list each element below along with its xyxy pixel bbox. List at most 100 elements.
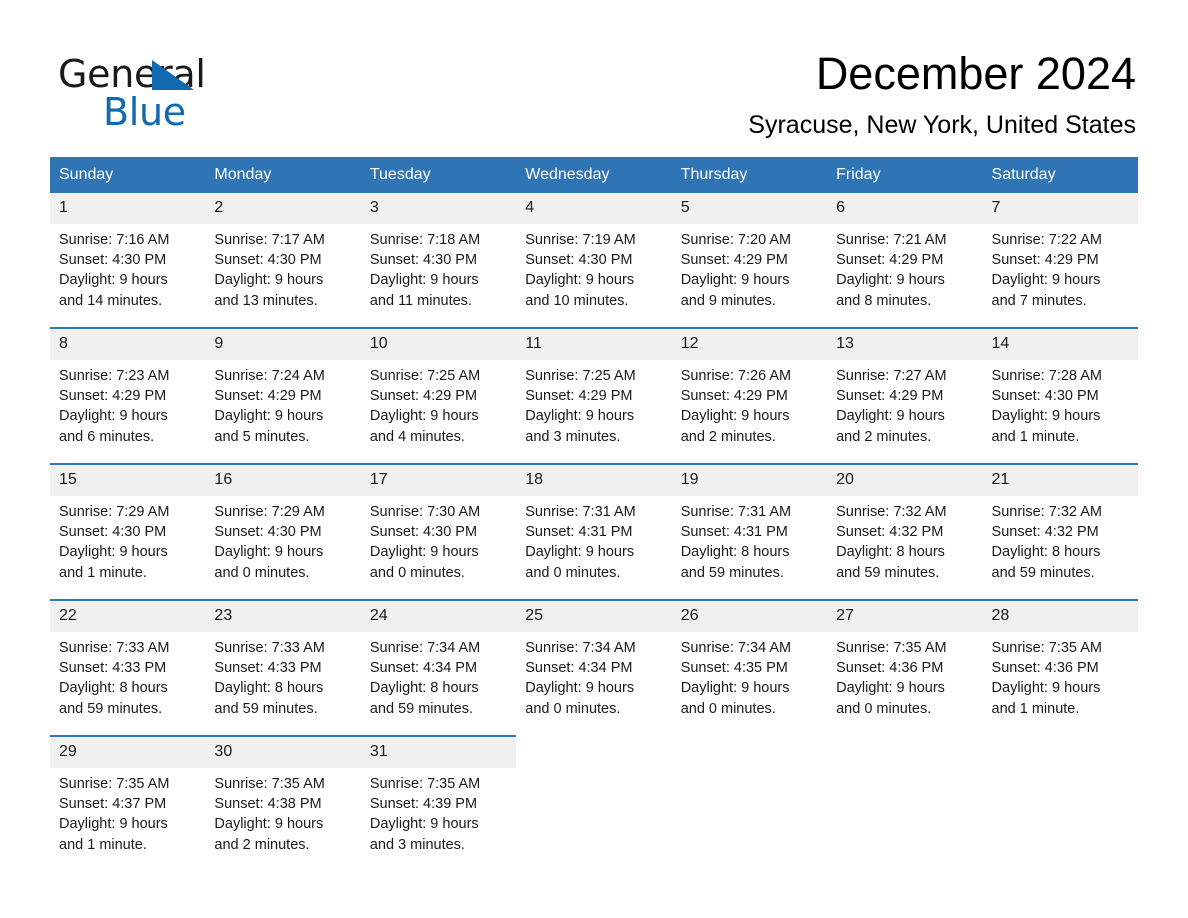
sunset-text: Sunset: 4:33 PM: [214, 660, 322, 677]
calendar-day-cell[interactable]: 6 Sunrise: 7:21 AM Sunset: 4:29 PM Daylight…: [827, 193, 983, 328]
sunrise-text: Sunrise: 7:23 AM: [59, 368, 170, 384]
calendar-day-cell[interactable]: 25 Sunrise: 7:34 AM Sunset: 4:34 PM Dayligh…: [516, 599, 672, 736]
calendar-day-cell[interactable]: 15 Sunrise: 7:29 AM Sunset: 4:30 PM Dayligh…: [50, 463, 206, 600]
day-number: 24: [360, 601, 517, 632]
generalblue-logo[interactable]: General Blue: [58, 52, 358, 134]
day-number: 15: [50, 465, 206, 496]
day-number: 23: [205, 601, 361, 632]
calendar-day-cell[interactable]: 30 Sunrise: 7:35 AM Sunset: 4:38 PM Dayligh…: [205, 735, 361, 871]
daylight-text-line2: and 59 minutes.: [214, 700, 318, 717]
day-details: Sunrise: 7:32 AM Sunset: 4:32 PM Daylight:…: [983, 496, 1138, 583]
sunrise-text: Sunrise: 7:16 AM: [59, 232, 170, 248]
daylight-text-line1: Daylight: 9 hours: [525, 680, 635, 697]
sunrise-text: Sunrise: 7:27 AM: [836, 368, 947, 384]
sunrise-text: Sunrise: 7:33 AM: [214, 640, 325, 656]
day-number: 5: [671, 193, 828, 224]
sunset-text: Sunset: 4:30 PM: [369, 524, 478, 541]
sunrise-text: Sunrise: 7:33 AM: [59, 640, 170, 656]
day-details: Sunrise: 7:31 AM Sunset: 4:31 PM Daylight:…: [516, 496, 671, 583]
calendar-day-cell[interactable]: 26 Sunrise: 7:34 AM Sunset: 4:35 PM Dayligh…: [671, 599, 828, 736]
calendar-day-cell[interactable]: 8 Sunrise: 7:23 AM Sunset: 4:29 PM Daylight…: [50, 327, 206, 464]
day-number: 8: [50, 329, 206, 360]
calendar-day-cell[interactable]: 11 Sunrise: 7:25 AM Sunset: 4:29 PM Dayligh…: [516, 327, 672, 464]
weekday-header-saturday: Saturday: [982, 157, 1138, 193]
day-details: Sunrise: 7:20 AM Sunset: 4:29 PM Daylight:…: [672, 224, 827, 311]
calendar-day-cell[interactable]: 24 Sunrise: 7:34 AM Sunset: 4:34 PM Dayligh…: [360, 599, 517, 736]
sunset-text: Sunset: 4:35 PM: [680, 660, 788, 677]
daylight-text-line2: and 4 minutes.: [369, 428, 465, 445]
calendar-day-cell[interactable]: 18 Sunrise: 7:31 AM Sunset: 4:31 PM Dayligh…: [516, 463, 672, 600]
calendar-empty-cell: [982, 736, 1138, 871]
daylight-text-line1: Daylight: 9 hours: [214, 272, 324, 289]
sunset-text: Sunset: 4:29 PM: [525, 388, 633, 405]
weekday-header-wednesday: Wednesday: [516, 157, 672, 193]
sunset-text: Sunset: 4:30 PM: [991, 388, 1099, 405]
daylight-text-line1: Daylight: 9 hours: [680, 680, 790, 697]
day-number: 4: [516, 193, 672, 224]
day-details: Sunrise: 7:35 AM Sunset: 4:38 PM Daylight:…: [205, 768, 360, 855]
day-details: Sunrise: 7:18 AM Sunset: 4:30 PM Daylight:…: [361, 224, 516, 311]
sunrise-text: Sunrise: 7:25 AM: [525, 368, 636, 384]
day-details: Sunrise: 7:35 AM Sunset: 4:36 PM Daylight:…: [983, 632, 1138, 719]
daylight-text-line2: and 0 minutes.: [525, 564, 621, 581]
daylight-text-line2: and 0 minutes.: [836, 700, 932, 717]
calendar-day-cell[interactable]: 28 Sunrise: 7:35 AM Sunset: 4:36 PM Dayligh…: [982, 599, 1138, 736]
daylight-text-line2: and 0 minutes.: [680, 700, 776, 717]
calendar-day-cell[interactable]: 1 Sunrise: 7:16 AM Sunset: 4:30 PM Daylight…: [50, 193, 206, 328]
day-number: 16: [205, 465, 361, 496]
sunrise-text: Sunrise: 7:31 AM: [525, 504, 636, 520]
calendar-day-cell[interactable]: 16 Sunrise: 7:29 AM Sunset: 4:30 PM Dayligh…: [205, 463, 361, 600]
daylight-text-line2: and 1 minute.: [991, 700, 1080, 717]
calendar-day-cell[interactable]: 10 Sunrise: 7:25 AM Sunset: 4:29 PM Dayligh…: [360, 327, 517, 464]
daylight-text-line2: and 59 minutes.: [59, 700, 163, 717]
calendar-day-cell[interactable]: 31 Sunrise: 7:35 AM Sunset: 4:39 PM Dayligh…: [360, 735, 517, 871]
daylight-text-line2: and 10 minutes.: [525, 292, 629, 309]
day-details: Sunrise: 7:33 AM Sunset: 4:33 PM Daylight:…: [50, 632, 205, 719]
calendar-table: Sunday Monday Tuesday Wednesday Thursday…: [50, 157, 1138, 871]
day-details: Sunrise: 7:33 AM Sunset: 4:33 PM Daylight:…: [205, 632, 360, 719]
sunset-text: Sunset: 4:29 PM: [680, 252, 788, 269]
calendar-body: 1 Sunrise: 7:16 AM Sunset: 4:30 PM Daylight…: [50, 193, 1138, 871]
calendar-day-cell[interactable]: 21 Sunrise: 7:32 AM Sunset: 4:32 PM Dayligh…: [982, 463, 1138, 600]
calendar-day-cell[interactable]: 14 Sunrise: 7:28 AM Sunset: 4:30 PM Dayligh…: [982, 327, 1138, 464]
day-number: 10: [360, 329, 517, 360]
daylight-text-line1: Daylight: 9 hours: [680, 272, 790, 289]
sunrise-text: Sunrise: 7:32 AM: [991, 504, 1102, 520]
page-subtitle-location: Syracuse, New York, United States: [748, 111, 1136, 139]
daylight-text-line2: and 2 minutes.: [836, 428, 932, 445]
daylight-text-line2: and 0 minutes.: [525, 700, 621, 717]
daylight-text-line2: and 3 minutes.: [369, 836, 465, 853]
calendar-day-cell[interactable]: 27 Sunrise: 7:35 AM Sunset: 4:36 PM Dayligh…: [827, 599, 983, 736]
sunset-text: Sunset: 4:29 PM: [836, 252, 944, 269]
calendar-day-cell[interactable]: 9 Sunrise: 7:24 AM Sunset: 4:29 PM Daylight…: [205, 327, 361, 464]
calendar-day-cell[interactable]: 13 Sunrise: 7:27 AM Sunset: 4:29 PM Dayligh…: [827, 327, 983, 464]
calendar-day-cell[interactable]: 12 Sunrise: 7:26 AM Sunset: 4:29 PM Dayligh…: [671, 327, 828, 464]
calendar-day-cell[interactable]: 5 Sunrise: 7:20 AM Sunset: 4:29 PM Daylight…: [671, 193, 828, 328]
daylight-text-line1: Daylight: 9 hours: [991, 272, 1101, 289]
day-number: 12: [671, 329, 828, 360]
sunset-text: Sunset: 4:31 PM: [525, 524, 633, 541]
calendar-day-cell[interactable]: 4 Sunrise: 7:19 AM Sunset: 4:30 PM Daylight…: [516, 193, 672, 328]
sunset-text: Sunset: 4:34 PM: [525, 660, 633, 677]
sunset-text: Sunset: 4:32 PM: [836, 524, 944, 541]
daylight-text-line2: and 1 minute.: [59, 564, 147, 581]
day-details: Sunrise: 7:31 AM Sunset: 4:31 PM Daylight:…: [672, 496, 827, 583]
sunset-text: Sunset: 4:29 PM: [680, 388, 788, 405]
daylight-text-line1: Daylight: 9 hours: [525, 544, 635, 561]
daylight-text-line1: Daylight: 9 hours: [59, 272, 168, 289]
day-number: 21: [982, 465, 1138, 496]
calendar-day-cell[interactable]: 17 Sunrise: 7:30 AM Sunset: 4:30 PM Dayligh…: [360, 463, 517, 600]
calendar-day-cell[interactable]: 29 Sunrise: 7:35 AM Sunset: 4:37 PM Dayligh…: [50, 735, 206, 871]
sunset-text: Sunset: 4:32 PM: [991, 524, 1099, 541]
calendar-day-cell[interactable]: 23 Sunrise: 7:33 AM Sunset: 4:33 PM Dayligh…: [205, 599, 361, 736]
calendar-day-cell[interactable]: 3 Sunrise: 7:18 AM Sunset: 4:30 PM Daylight…: [360, 193, 517, 328]
daylight-text-line1: Daylight: 9 hours: [369, 272, 479, 289]
calendar-day-cell[interactable]: 7 Sunrise: 7:22 AM Sunset: 4:29 PM Daylight…: [982, 193, 1138, 328]
daylight-text-line1: Daylight: 9 hours: [836, 408, 945, 425]
calendar-day-cell[interactable]: 19 Sunrise: 7:31 AM Sunset: 4:31 PM Dayligh…: [671, 463, 828, 600]
calendar-day-cell[interactable]: 22 Sunrise: 7:33 AM Sunset: 4:33 PM Dayligh…: [50, 599, 206, 736]
sunset-text: Sunset: 4:33 PM: [59, 660, 167, 677]
calendar-day-cell[interactable]: 20 Sunrise: 7:32 AM Sunset: 4:32 PM Dayligh…: [827, 463, 983, 600]
sunrise-text: Sunrise: 7:19 AM: [525, 232, 636, 248]
calendar-day-cell[interactable]: 2 Sunrise: 7:17 AM Sunset: 4:30 PM Daylight…: [205, 193, 361, 328]
